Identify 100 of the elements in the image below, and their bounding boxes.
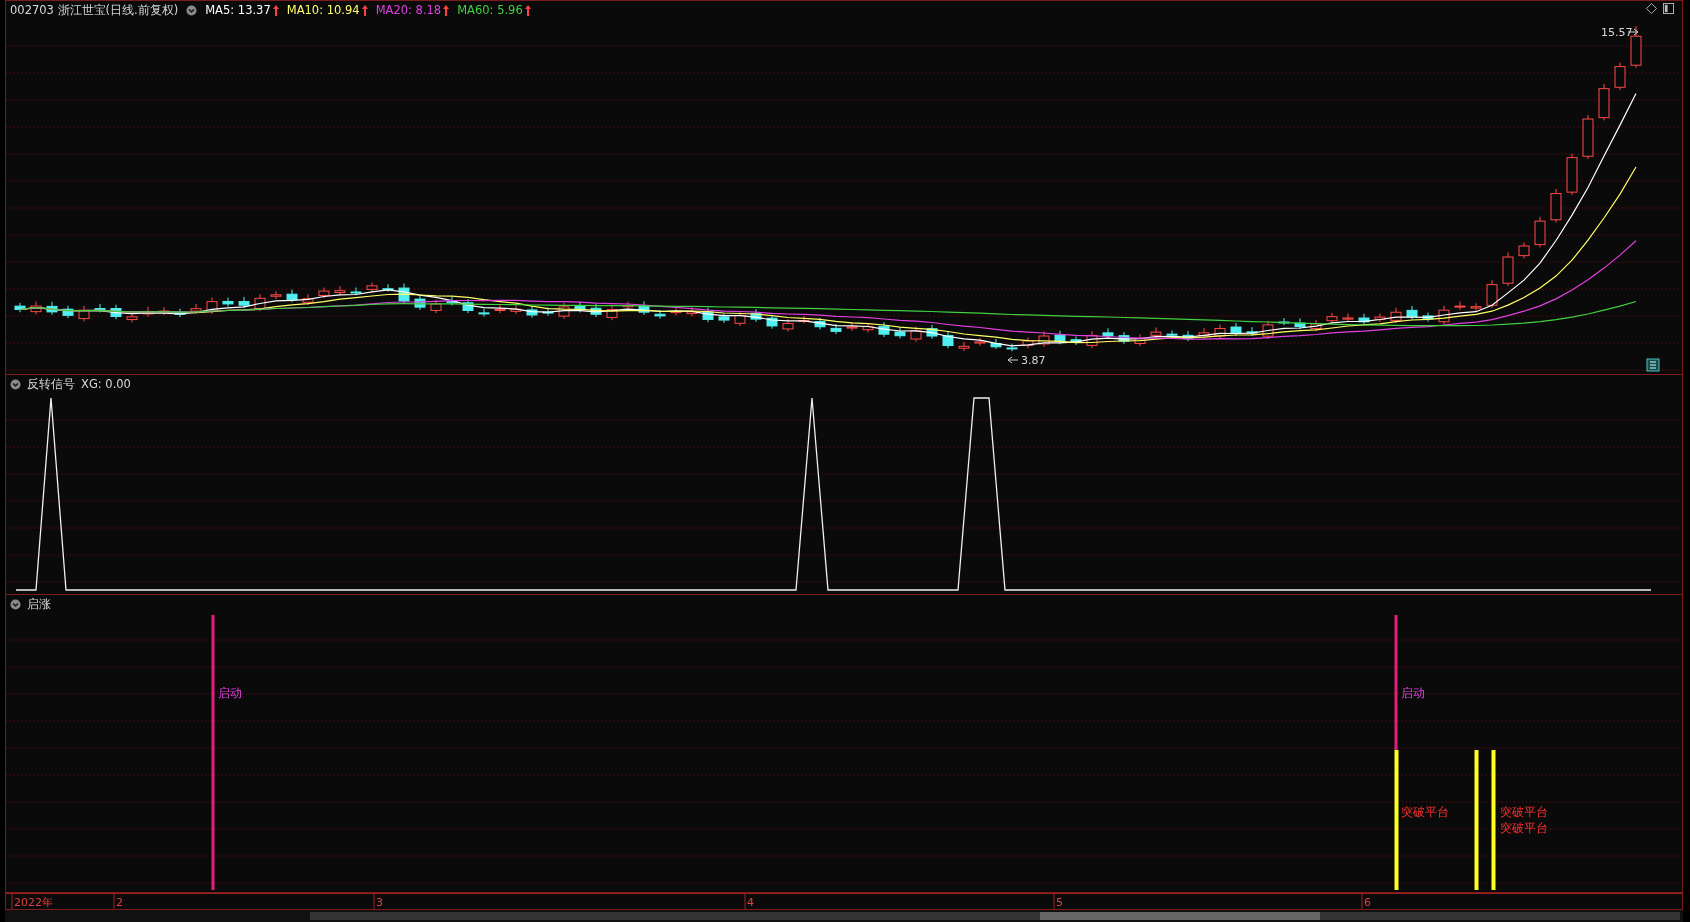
candlestick bbox=[846, 321, 858, 332]
indicator-reading: XG: 0.00 bbox=[81, 377, 131, 391]
candlestick bbox=[462, 298, 474, 314]
candlestick bbox=[1582, 114, 1594, 160]
signal-label: 突破平台 bbox=[1401, 805, 1449, 819]
candlestick bbox=[94, 303, 106, 313]
candlestick bbox=[606, 304, 618, 321]
candlestick bbox=[478, 308, 490, 318]
candlestick bbox=[830, 323, 842, 335]
candlestick bbox=[62, 305, 74, 319]
candlestick bbox=[1198, 327, 1210, 339]
candlestick bbox=[638, 300, 650, 316]
panel-icon[interactable] bbox=[1663, 3, 1674, 14]
candlestick bbox=[1550, 188, 1562, 223]
candlestick bbox=[782, 318, 794, 333]
candlestick bbox=[1214, 324, 1226, 340]
candlestick bbox=[254, 293, 266, 312]
candlestick bbox=[1054, 330, 1066, 345]
arrow-up-icon bbox=[361, 4, 368, 16]
candlestick bbox=[1614, 62, 1626, 91]
stock-title: 002703 浙江世宝(日线.前复权) bbox=[10, 2, 179, 18]
signal-label: 启动 bbox=[218, 686, 242, 700]
axis-label: 4 bbox=[747, 896, 754, 909]
candlestick bbox=[1374, 313, 1386, 323]
candlestick bbox=[366, 282, 378, 293]
candlestick bbox=[318, 287, 330, 299]
candlestick bbox=[622, 301, 634, 310]
axis-label: 5 bbox=[1056, 896, 1063, 909]
candlestick bbox=[590, 303, 602, 318]
candlestick bbox=[1166, 330, 1178, 338]
candlestick bbox=[654, 309, 666, 320]
arrow-up-icon bbox=[272, 4, 279, 16]
candlestick bbox=[158, 306, 170, 316]
candlestick bbox=[1102, 327, 1114, 339]
moving-average-label: MA10: 10.94 bbox=[286, 3, 360, 17]
candlestick bbox=[1566, 153, 1578, 196]
candlestick bbox=[1150, 327, 1162, 339]
candlestick bbox=[894, 326, 906, 339]
candlestick bbox=[414, 295, 426, 311]
candlestick bbox=[1598, 83, 1610, 121]
candlestick bbox=[1422, 312, 1434, 323]
candlestick bbox=[382, 283, 394, 293]
candlestick bbox=[718, 313, 730, 324]
moving-average-label: MA5: 13.37 bbox=[205, 3, 271, 17]
arrow-up-icon bbox=[524, 4, 531, 16]
candlestick bbox=[1134, 333, 1146, 347]
arrow-up-icon bbox=[443, 4, 450, 16]
candlestick bbox=[1022, 336, 1034, 349]
candlestick bbox=[190, 303, 202, 315]
candlestick bbox=[1438, 305, 1450, 325]
candlestick bbox=[110, 304, 122, 320]
candlestick bbox=[1086, 330, 1098, 349]
candlestick bbox=[1118, 331, 1130, 345]
diamond-icon[interactable] bbox=[1646, 3, 1657, 14]
candlestick bbox=[1630, 25, 1642, 69]
dropdown-icon[interactable] bbox=[10, 378, 21, 390]
candlestick bbox=[206, 297, 218, 315]
scrollbar[interactable] bbox=[310, 912, 1680, 920]
candlestick bbox=[1534, 216, 1546, 248]
candlestick bbox=[78, 305, 90, 322]
candlestick bbox=[1454, 301, 1466, 311]
candlestick bbox=[558, 302, 570, 320]
candlestick bbox=[878, 321, 890, 338]
candlestick bbox=[334, 285, 346, 296]
candlestick bbox=[574, 301, 586, 313]
candlestick bbox=[1470, 302, 1482, 312]
axis-label: 6 bbox=[1364, 896, 1371, 909]
candlestick bbox=[494, 304, 506, 314]
candlestick bbox=[1006, 343, 1018, 352]
candlestick bbox=[1390, 307, 1402, 324]
axis-label: 3 bbox=[376, 896, 383, 909]
candlestick bbox=[510, 304, 522, 315]
signal-label: 突破平台 bbox=[1500, 805, 1548, 819]
candlestick bbox=[270, 290, 282, 300]
signal-label: 突破平台 bbox=[1500, 821, 1548, 835]
candlestick bbox=[174, 308, 186, 318]
candlestick bbox=[1294, 317, 1306, 330]
candlestick bbox=[286, 289, 298, 303]
price-label: 3.87 bbox=[1021, 354, 1046, 367]
candlestick bbox=[974, 337, 986, 347]
moving-average-label: MA20: 8.18 bbox=[375, 3, 442, 17]
candlestick bbox=[1310, 319, 1322, 332]
candlestick bbox=[1502, 251, 1514, 287]
candlestick bbox=[670, 307, 682, 316]
candlestick bbox=[1246, 326, 1258, 337]
candlestick bbox=[702, 307, 714, 323]
candlestick bbox=[1278, 317, 1290, 326]
candlestick bbox=[142, 306, 154, 318]
candlestick bbox=[350, 287, 362, 296]
candlestick bbox=[1070, 335, 1082, 346]
candlestick bbox=[1342, 312, 1354, 323]
panel-title: 启涨 bbox=[27, 596, 51, 612]
candlestick bbox=[958, 341, 970, 352]
dropdown-icon[interactable] bbox=[186, 4, 198, 16]
dropdown-icon[interactable] bbox=[10, 598, 21, 610]
candlestick bbox=[1518, 241, 1530, 259]
candlestick bbox=[222, 297, 234, 308]
candlestick bbox=[1326, 312, 1338, 324]
candlestick bbox=[990, 338, 1002, 350]
candlestick bbox=[1182, 330, 1194, 342]
